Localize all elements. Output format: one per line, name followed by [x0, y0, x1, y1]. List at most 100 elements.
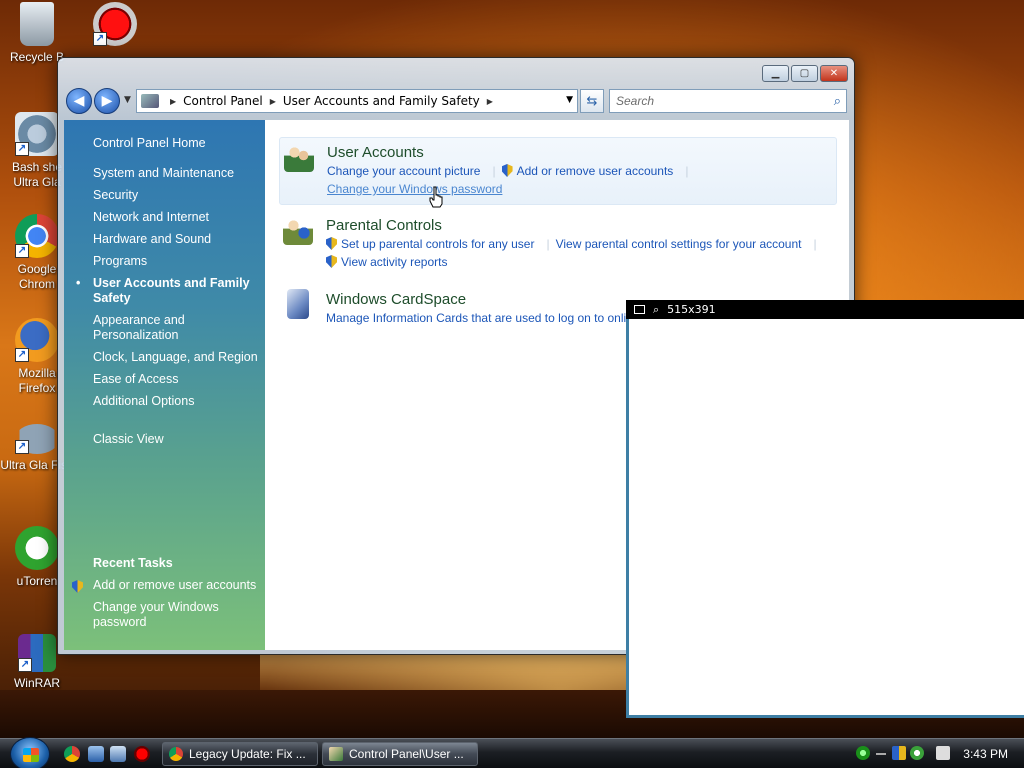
recent-task-item[interactable]: Add or remove user accounts [72, 578, 263, 593]
recent-task-label[interactable]: Change your Windows password [93, 600, 219, 629]
change-windows-password-link[interactable]: Change your Windows password [327, 182, 502, 196]
category-links: Set up parental controls for any user | Vi… [326, 237, 823, 251]
recent-tasks-list: Add or remove user accounts Change your … [72, 578, 263, 637]
shortcut-arrow-icon: ↗ [15, 142, 29, 156]
category-title[interactable]: User Accounts [327, 144, 424, 161]
notification-area: 3:43 PM [854, 739, 1024, 768]
category-links: Change your Windows password [327, 182, 508, 196]
taskbar: Legacy Update: Fix ... Control Panel\Use… [0, 737, 1024, 768]
desktop-icon-label: WinRAR [13, 676, 60, 690]
uac-shield-icon [501, 164, 513, 177]
start-button[interactable] [10, 737, 50, 768]
category-user-accounts: User Accounts Change your account pictur… [279, 137, 837, 205]
windows-logo-icon [23, 748, 39, 762]
shortcut-arrow-icon: ↗ [15, 440, 29, 454]
search-input[interactable]: Search ⌕ [609, 89, 847, 113]
desktop-icon-app[interactable]: ↗ [78, 2, 152, 50]
address-bar[interactable]: ▶ Control Panel ▶ User Accounts and Fami… [136, 89, 578, 113]
breadcrumb-user-accounts[interactable]: User Accounts and Family Safety [283, 94, 480, 108]
sidebar-item-programs[interactable]: Programs [93, 254, 261, 269]
shortcut-arrow-icon: ↗ [18, 658, 32, 672]
refresh-button[interactable]: ⇆ [580, 89, 604, 113]
sidebar-item-system-and-maintenance[interactable]: System and Maintenance [93, 166, 261, 181]
desktop-icon-recycle-bin[interactable]: Recycle B [0, 2, 74, 65]
link-separator: | [685, 164, 689, 178]
search-placeholder: Search [616, 94, 655, 108]
address-dropdown-icon[interactable]: ▼ [566, 95, 573, 105]
refresh-icon: ⇆ [586, 93, 598, 109]
window-frame-icon[interactable] [634, 305, 645, 314]
recent-task-item[interactable]: Change your Windows password [93, 600, 263, 630]
firefox-icon: ↗ [15, 318, 59, 362]
security-shield-icon[interactable] [892, 746, 906, 760]
cardspace-icon [287, 289, 309, 319]
uac-shield-icon [326, 237, 337, 250]
link-separator: | [813, 237, 817, 251]
breadcrumb-chevron-icon[interactable]: ▶ [170, 97, 176, 106]
minimize-button[interactable]: ▁ [762, 65, 789, 82]
link-separator: | [492, 164, 496, 178]
sidebar-item-security[interactable]: Security [93, 188, 261, 203]
winrar-icon: ↗ [18, 634, 56, 672]
taskbar-item-control-panel[interactable]: Control Panel\User ... [322, 742, 478, 766]
navigation-bar: ◀ ▶ ▼ ▶ Control Panel ▶ User Accounts an… [66, 88, 847, 114]
add-remove-user-accounts-link[interactable]: Add or remove user accounts [517, 164, 674, 178]
back-button[interactable]: ◀ [66, 88, 92, 114]
category-title[interactable]: Windows CardSpace [326, 291, 466, 308]
fish-icon: ↗ [15, 424, 59, 454]
sidebar-item-ease-of-access[interactable]: Ease of Access [93, 372, 261, 387]
users-icon [329, 747, 343, 761]
uac-shield-icon [326, 255, 337, 268]
breadcrumb-chevron-icon[interactable]: ▶ [270, 97, 276, 106]
chrome-icon: ↗ [15, 214, 59, 258]
taskbar-item-legacy-update[interactable]: Legacy Update: Fix ... [162, 742, 318, 766]
tray-separator [876, 753, 886, 755]
magnifier-toolbar: ⌕ 515x391 [626, 300, 1024, 319]
hand-cursor-icon [429, 186, 443, 208]
quicklaunch-record-icon[interactable] [134, 746, 150, 762]
capture-size-readout: 515x391 [667, 303, 716, 316]
change-account-picture-link[interactable]: Change your account picture [327, 164, 480, 178]
utorrent-icon [15, 526, 59, 570]
category-links: Change your account picture | Add or remov… [327, 164, 694, 178]
shortcut-arrow-icon: ↗ [15, 244, 29, 258]
category-title[interactable]: Parental Controls [326, 217, 442, 234]
category-parental-controls: Parental Controls Set up parental contro… [279, 211, 837, 273]
classic-view-link[interactable]: Classic View [93, 432, 164, 446]
control-panel-home-link[interactable]: Control Panel Home [93, 136, 206, 150]
sidebar-item-appearance[interactable]: Appearance and Personalization [93, 313, 261, 343]
search-icon[interactable]: ⌕ [834, 93, 841, 109]
recent-task-label[interactable]: Add or remove user accounts [93, 578, 256, 592]
breadcrumb-chevron-icon[interactable]: ▶ [487, 97, 493, 106]
clock[interactable]: 3:43 PM [963, 747, 1008, 761]
uac-shield-icon [72, 580, 83, 593]
category-list: System and Maintenance Security Network … [76, 166, 261, 416]
sync-status-icon[interactable] [910, 746, 924, 760]
quicklaunch-chrome-icon[interactable] [64, 746, 80, 762]
sidebar-item-network-and-internet[interactable]: Network and Internet [93, 210, 261, 225]
set-up-parental-controls-link[interactable]: Set up parental controls for any user [341, 237, 534, 251]
zoom-icon[interactable]: ⌕ [653, 303, 659, 317]
recent-tasks-heading: Recent Tasks [93, 556, 173, 570]
sidebar-item-clock-language-region[interactable]: Clock, Language, and Region [93, 350, 261, 365]
sidebar-item-hardware-and-sound[interactable]: Hardware and Sound [93, 232, 261, 247]
forward-arrow-icon: ▶ [101, 93, 113, 109]
shortcut-arrow-icon: ↗ [93, 32, 107, 46]
show-desktop-icon[interactable] [88, 746, 104, 762]
breadcrumb-control-panel[interactable]: Control Panel [183, 94, 263, 108]
network-status-icon[interactable] [856, 746, 870, 760]
view-activity-reports-link[interactable]: View activity reports [341, 255, 447, 269]
view-parental-control-settings-link[interactable]: View parental control settings for your … [556, 237, 802, 251]
close-button[interactable]: ✕ [820, 65, 848, 82]
taskbar-item-label: Control Panel\User ... [349, 747, 464, 761]
sidebar-item-additional-options[interactable]: Additional Options [93, 394, 261, 409]
switch-windows-icon[interactable] [110, 746, 126, 762]
forward-button[interactable]: ▶ [94, 88, 120, 114]
volume-muted-icon[interactable] [936, 746, 950, 760]
maximize-button[interactable]: ▢ [791, 65, 818, 82]
window-controls: ▁ ▢ ✕ [762, 65, 848, 82]
recent-pages-dropdown[interactable]: ▼ [124, 95, 131, 105]
recycle-bin-icon [20, 2, 54, 46]
sidebar-item-user-accounts[interactable]: User Accounts and Family Safety [76, 276, 261, 306]
parental-controls-icon [283, 215, 313, 245]
